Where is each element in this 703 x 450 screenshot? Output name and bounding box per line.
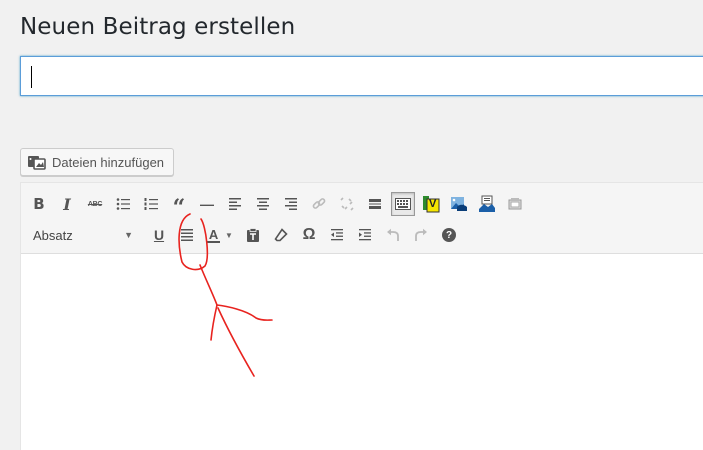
insert-image-button[interactable] [447, 192, 471, 216]
align-right-icon [285, 198, 297, 210]
unlink-icon [340, 197, 354, 211]
align-right-button[interactable] [279, 192, 303, 216]
bold-button[interactable]: B [27, 192, 51, 216]
add-media-button[interactable]: Dateien hinzufügen [20, 148, 175, 176]
strikethrough-icon: ABC [87, 200, 103, 208]
redo-button[interactable] [409, 223, 433, 247]
toolbar-toggle-button[interactable] [391, 192, 415, 216]
toolbar-row-1: B I ABC “ — V [27, 191, 531, 221]
numbered-list-button[interactable] [139, 192, 163, 216]
link-icon [312, 198, 326, 209]
document-image-icon [479, 195, 495, 212]
blockquote-icon: “ [172, 195, 186, 221]
image-icon [451, 197, 467, 211]
help-icon: ? [442, 228, 456, 242]
undo-icon [387, 228, 399, 241]
bullet-list-icon [116, 198, 130, 210]
indent-icon [359, 229, 371, 241]
omega-icon: Ω [302, 226, 316, 243]
bullet-list-button[interactable] [111, 192, 135, 216]
bold-icon: B [33, 195, 45, 213]
add-media-label: Dateien hinzufügen [52, 154, 165, 170]
format-select[interactable]: Absatz ▼ [27, 223, 137, 247]
plugin-v-button[interactable]: V [419, 192, 443, 216]
chevron-down-icon: ▼ [124, 230, 133, 240]
chevron-down-icon: ▼ [225, 230, 233, 240]
plugin-v-letter: V [429, 198, 437, 210]
insert-gallery-button[interactable] [503, 192, 527, 216]
paste-text-button[interactable] [241, 223, 265, 247]
align-center-button[interactable] [251, 192, 275, 216]
insert-document-button[interactable] [475, 192, 499, 216]
outdent-icon [331, 229, 343, 241]
text-caret [31, 66, 32, 88]
format-select-value: Absatz [33, 227, 73, 243]
post-title-input[interactable] [20, 56, 703, 96]
read-more-button[interactable] [363, 192, 387, 216]
paste-text-icon [247, 228, 259, 242]
eraser-icon [274, 228, 288, 242]
undo-button[interactable] [381, 223, 405, 247]
italic-button[interactable]: I [55, 192, 79, 216]
outdent-button[interactable] [325, 223, 349, 247]
align-left-button[interactable] [223, 192, 247, 216]
toolbar-row-2: Absatz ▼ U A ▼ Ω ? [27, 222, 465, 248]
align-center-icon [257, 198, 269, 210]
align-left-icon [229, 198, 241, 210]
special-character-button[interactable]: Ω [297, 223, 321, 247]
underline-button[interactable]: U [147, 223, 171, 247]
text-color-button[interactable]: A ▼ [203, 223, 237, 247]
indent-button[interactable] [353, 223, 377, 247]
numbered-list-icon [144, 198, 158, 210]
underline-icon: U [153, 227, 165, 243]
editor-content-area[interactable] [21, 255, 703, 450]
remove-link-button[interactable] [335, 192, 359, 216]
plugin-v-icon: V [422, 195, 440, 213]
blockquote-button[interactable]: “ [167, 192, 191, 221]
post-editor: B I ABC “ — V Absatz ▼ U A ▼ Ω ? [20, 182, 703, 450]
read-more-icon [369, 199, 381, 209]
gallery-icon [508, 198, 522, 210]
clear-formatting-button[interactable] [269, 223, 293, 247]
italic-icon: I [63, 194, 71, 214]
editor-toolbar: B I ABC “ — V Absatz ▼ U A ▼ Ω ? [21, 183, 703, 254]
justify-button[interactable] [175, 223, 199, 247]
media-add-icon [27, 154, 47, 170]
redo-icon [415, 228, 427, 241]
text-color-letter: A [208, 226, 219, 242]
keyboard-icon [395, 198, 411, 210]
horizontal-line-button[interactable]: — [195, 192, 219, 216]
page-title: Neuen Beitrag erstellen [20, 14, 296, 40]
horizontal-line-icon: — [200, 196, 214, 212]
strikethrough-button[interactable]: ABC [83, 192, 107, 216]
insert-link-button[interactable] [307, 192, 331, 216]
help-button[interactable]: ? [437, 223, 461, 247]
justify-icon [181, 229, 193, 241]
text-color-icon: A [207, 226, 221, 243]
